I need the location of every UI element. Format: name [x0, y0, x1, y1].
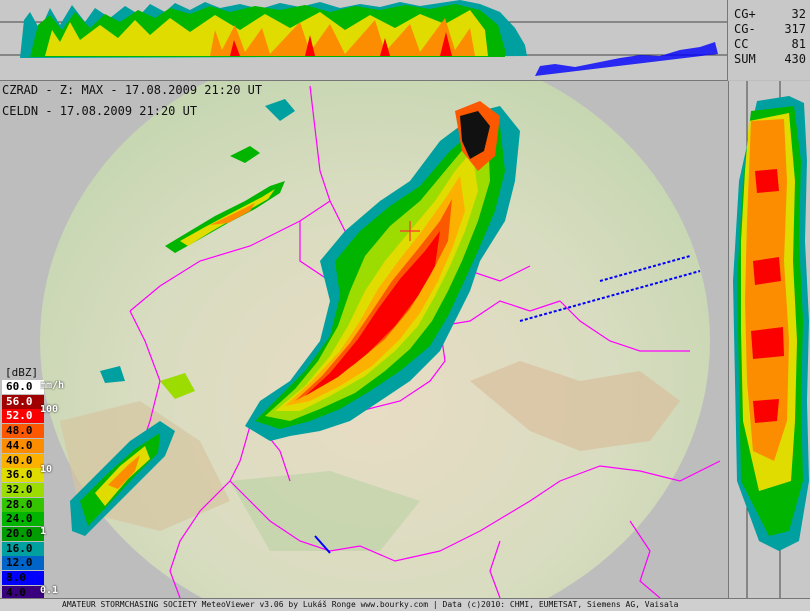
- radar-map-graphic: [28, 81, 721, 598]
- rate-label: 10: [40, 464, 53, 475]
- stat-label: CG-: [734, 22, 756, 36]
- rate-unit: mm/h: [40, 380, 65, 391]
- product-title: CZRAD - Z: MAX - 17.08.2009 21:20 UT: [2, 83, 263, 97]
- stat-value: 81: [791, 37, 806, 51]
- legend-row: 36.0: [2, 468, 44, 483]
- rain-rate-labels: mm/h 100 10 1 0.1: [40, 380, 80, 600]
- lightning-stats-panel: CG+ 32 CG- 317 CC 81 SUM 430: [728, 0, 810, 80]
- legend-row: 56.0: [2, 394, 44, 409]
- stat-label: CG+: [734, 7, 756, 21]
- rate-label: 1: [40, 526, 47, 537]
- side-cross-section-strip: [728, 81, 810, 598]
- footer-credit: AMATEUR STORMCHASING SOCIETY MeteoViewer…: [62, 600, 679, 609]
- legend-row: 32.0: [2, 482, 44, 497]
- stat-label: CC: [734, 37, 749, 51]
- legend-row: 24.0: [2, 512, 44, 527]
- legend-row: 16.0: [2, 541, 44, 556]
- legend-row: 28.0: [2, 497, 44, 512]
- top-cross-section-graphic: [0, 0, 727, 76]
- top-cross-section-strip: [0, 0, 728, 81]
- legend-title: [dBZ]: [5, 366, 39, 379]
- radar-map[interactable]: CZRAD - Z: MAX - 17.08.2009 21:20 UT CEL…: [0, 81, 727, 598]
- lightning-title: CELDN - 17.08.2009 21:20 UT: [2, 104, 198, 118]
- rate-label: 0.1: [40, 585, 59, 596]
- legend-row: 60.0: [2, 380, 44, 394]
- legend-row: 12.0: [2, 556, 44, 571]
- legend-row: 8.0: [2, 571, 44, 586]
- stat-value: 32: [791, 7, 806, 21]
- stat-label: SUM: [734, 52, 756, 66]
- footer-credit-bar: AMATEUR STORMCHASING SOCIETY MeteoViewer…: [0, 598, 810, 611]
- legend-row: 20.0: [2, 527, 44, 541]
- legend-row: 40.0: [2, 453, 44, 468]
- legend-row: 44.0: [2, 438, 44, 453]
- stat-value: 430: [784, 52, 806, 66]
- stat-value: 317: [784, 22, 806, 36]
- rate-label: 100: [40, 404, 59, 415]
- legend-row: 48.0: [2, 424, 44, 439]
- legend-row: 52.0: [2, 409, 44, 424]
- side-cross-section-graphic: [733, 81, 809, 598]
